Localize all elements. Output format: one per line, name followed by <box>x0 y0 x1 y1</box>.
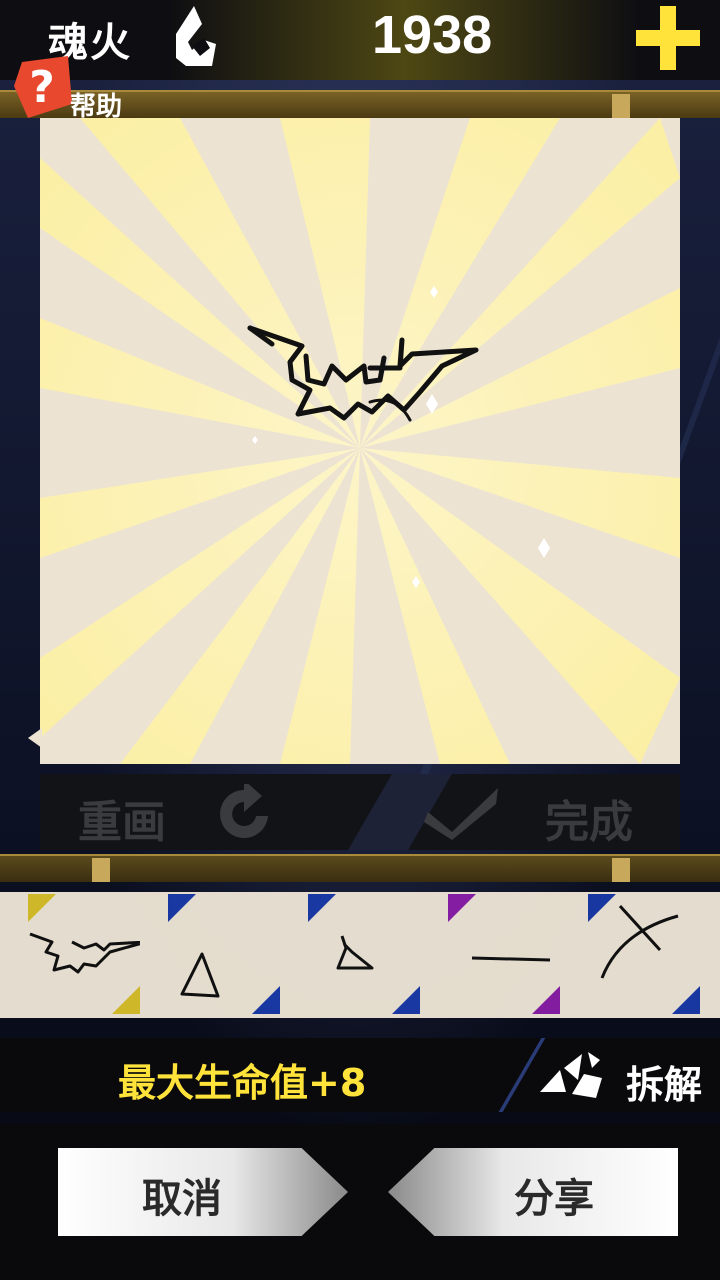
small-triangle-sketch-thumb <box>336 935 374 970</box>
question-mark-icon: ? <box>14 56 72 118</box>
stat-bonus-text: 最大生命值+8 <box>118 1061 367 1105</box>
soul-flame-icon <box>176 6 216 66</box>
x-mark-sketch-thumb <box>600 904 679 979</box>
share-label: 分享 <box>514 1176 594 1222</box>
triangle-sketch-thumb <box>180 952 220 998</box>
help-button[interactable]: ? <box>12 56 74 118</box>
cancel-label: 取消 <box>142 1176 222 1222</box>
svg-text:?: ? <box>29 62 55 113</box>
bat-sketch-thumb <box>29 932 140 974</box>
dismantle-label[interactable]: 拆解 <box>626 1054 702 1109</box>
tray-top-strip <box>0 854 720 882</box>
currency-value: 1938 <box>372 5 493 65</box>
sketch-slot-small-triangle[interactable] <box>280 892 420 1014</box>
sketch-tray <box>0 892 720 1018</box>
drawing-canvas[interactable] <box>40 118 680 764</box>
plus-icon <box>636 6 700 70</box>
cancel-button[interactable]: 取消 <box>58 1148 348 1236</box>
shatter-icon[interactable] <box>538 1050 604 1100</box>
add-currency-button[interactable] <box>628 0 708 76</box>
checkmark-icon[interactable] <box>424 782 502 842</box>
line-sketch-thumb <box>471 956 551 962</box>
canvas-side-arrow <box>28 728 42 748</box>
sketch-slot-line[interactable] <box>420 892 560 1014</box>
light-rays <box>40 118 680 764</box>
sketch-slot-bat[interactable] <box>0 892 140 1014</box>
sketch-slot-x-mark[interactable] <box>560 892 700 1014</box>
redo-arrow-icon[interactable] <box>214 784 272 842</box>
done-label[interactable]: 完成 <box>545 786 633 850</box>
redraw-label[interactable]: 重画 <box>78 786 166 850</box>
sketch-slot-triangle[interactable] <box>140 892 280 1014</box>
share-button[interactable]: 分享 <box>388 1148 678 1236</box>
